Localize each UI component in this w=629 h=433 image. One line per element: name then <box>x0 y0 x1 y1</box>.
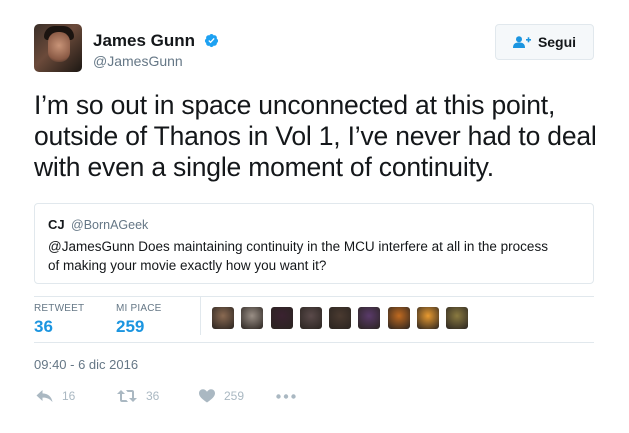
tweet-timestamp[interactable]: 09:40 - 6 dic 2016 <box>34 357 138 372</box>
liker-avatar[interactable] <box>270 307 293 329</box>
likes-stat-label: MI PIACE <box>116 303 162 314</box>
more-icon <box>276 394 296 399</box>
follow-button[interactable]: Segui <box>495 24 594 60</box>
retweet-stat-count[interactable]: 36 <box>34 317 53 337</box>
quoted-tweet-text: @JamesGunn Does maintaining continuity i… <box>48 237 583 275</box>
liker-avatar[interactable] <box>358 307 381 329</box>
tweet-line: outside of Thanos in Vol 1, I’ve never h… <box>34 121 597 151</box>
liker-avatars <box>212 307 476 329</box>
quoted-tweet[interactable]: CJ @BornAGeek @JamesGunn Does maintainin… <box>34 203 594 284</box>
reply-button[interactable]: 16 <box>36 389 75 403</box>
liker-avatar[interactable] <box>417 307 440 329</box>
liker-avatar[interactable] <box>329 307 352 329</box>
liker-avatar[interactable] <box>387 307 410 329</box>
add-user-icon <box>512 36 531 48</box>
like-button[interactable]: 259 <box>199 389 244 403</box>
retweet-count: 36 <box>146 389 160 403</box>
more-button[interactable] <box>276 394 305 399</box>
retweet-button[interactable]: 36 <box>117 389 159 403</box>
reply-count: 16 <box>62 389 76 403</box>
liker-avatar[interactable] <box>446 307 469 329</box>
quoted-tweet-line: of making your movie exactly how you wan… <box>48 258 327 273</box>
retweet-icon <box>117 390 137 402</box>
author-avatar[interactable] <box>34 24 82 72</box>
tweet-text: I’m so out in space unconnected at this … <box>34 90 609 183</box>
quoted-author-name: CJ <box>48 217 65 232</box>
tweet-line: I’m so out in space unconnected at this … <box>34 90 556 120</box>
follow-button-label: Segui <box>537 34 577 50</box>
reply-icon <box>36 390 53 402</box>
verified-badge-icon <box>204 33 219 48</box>
author-handle[interactable]: @JamesGunn <box>93 53 183 69</box>
quoted-author-handle: @BornAGeek <box>71 218 149 232</box>
likes-stat-count[interactable]: 259 <box>116 317 144 337</box>
liker-avatar[interactable] <box>299 307 322 329</box>
liker-avatar[interactable] <box>241 307 264 329</box>
retweet-stat-label: RETWEET <box>34 303 85 314</box>
liker-avatar[interactable] <box>212 307 234 329</box>
tweet-line: with even a single moment of continuity. <box>34 152 494 182</box>
heart-icon <box>199 389 215 403</box>
stats-bottom-divider <box>34 342 594 343</box>
like-count: 259 <box>224 389 245 403</box>
author-name[interactable]: James Gunn <box>93 31 195 51</box>
stats-separator <box>200 297 201 335</box>
quoted-tweet-line: @JamesGunn Does maintaining continuity i… <box>48 239 548 254</box>
stats-top-divider <box>34 296 594 297</box>
